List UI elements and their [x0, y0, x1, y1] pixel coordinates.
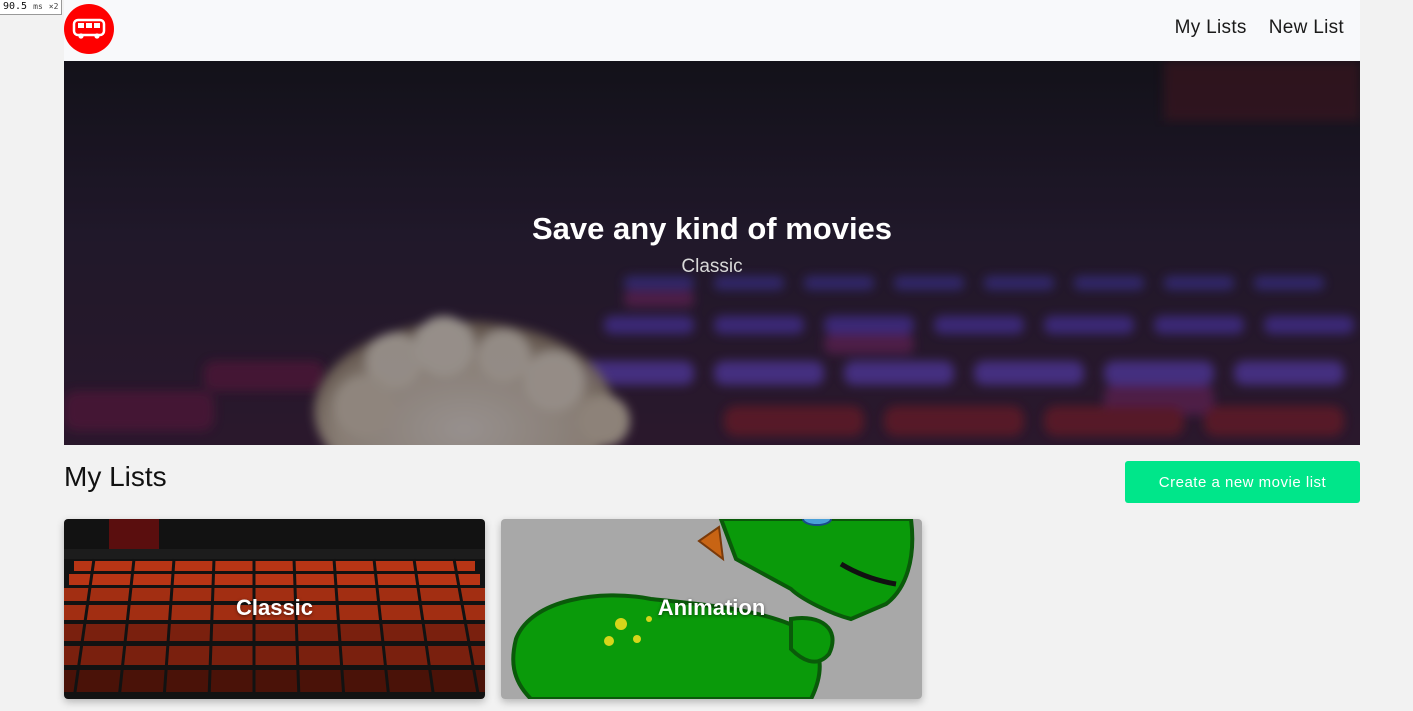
- nav-link-my-lists[interactable]: My Lists: [1175, 17, 1247, 39]
- hero-text: Save any kind of movies Classic: [64, 211, 1360, 278]
- hero-title: Save any kind of movies: [531, 211, 893, 246]
- perf-unit: ms: [33, 2, 43, 11]
- hero-subtitle: Classic: [681, 256, 743, 277]
- hero-banner: Save any kind of movies Classic: [64, 61, 1360, 445]
- perf-multiplier: ×2: [48, 2, 59, 11]
- card-label: Animation: [657, 595, 766, 620]
- bus-icon: [72, 18, 106, 39]
- list-card-animation[interactable]: Animation: [501, 519, 922, 699]
- logo[interactable]: [64, 4, 114, 54]
- page-container: My Lists New List Save any kind of movie…: [64, 0, 1360, 699]
- perf-value: 90.5: [3, 1, 28, 12]
- section-title: My Lists: [64, 461, 167, 492]
- navbar: My Lists New List: [64, 0, 1360, 61]
- nav-link-new-list[interactable]: New List: [1269, 17, 1344, 39]
- nav-links: My Lists New List: [1175, 17, 1344, 39]
- lists-header: My Lists Create a new movie list: [64, 445, 1360, 519]
- perf-meter: 90.5 ms ×2: [0, 0, 63, 15]
- list-card-classic[interactable]: Classic: [64, 519, 485, 699]
- create-list-button[interactable]: Create a new movie list: [1125, 461, 1360, 503]
- list-cards: Classic Animation: [64, 519, 1360, 699]
- card-label: Classic: [235, 595, 314, 620]
